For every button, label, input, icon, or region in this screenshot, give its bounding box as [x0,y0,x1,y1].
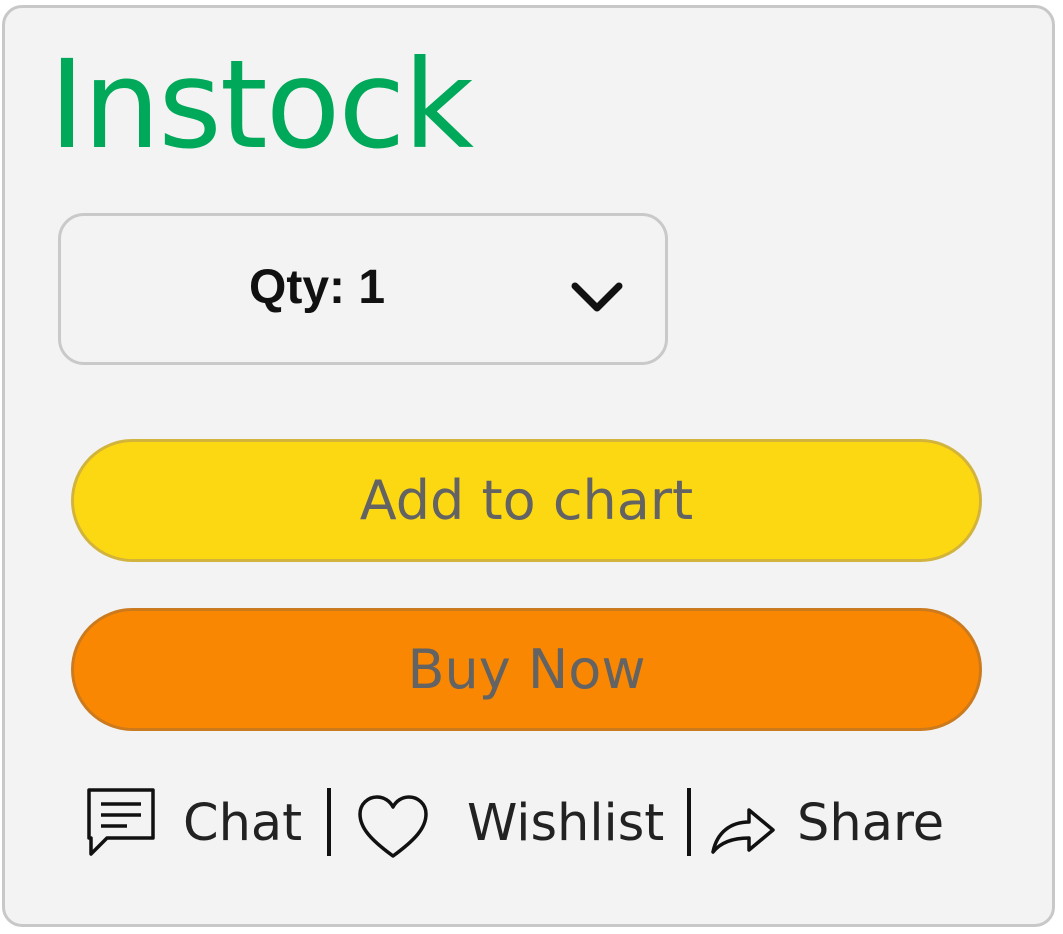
wishlist-label: Wishlist [467,794,665,853]
action-bar: Chat Wishlist Share [5,778,1058,878]
heart-icon [357,794,429,860]
add-to-cart-button[interactable]: Add to chart [71,439,982,562]
wishlist-action[interactable]: Wishlist [357,778,677,868]
share-label: Share [797,794,945,853]
share-icon [709,802,777,856]
quantity-label: Qty: 1 [249,261,386,314]
action-divider [687,788,691,856]
buy-now-button[interactable]: Buy Now [71,608,982,731]
quantity-dropdown[interactable]: Qty: 1 [58,213,668,365]
chevron-down-icon [569,280,625,316]
chat-action[interactable]: Chat [85,778,305,868]
chat-icon [85,786,157,858]
product-purchase-card: Instock Qty: 1 Add to chart Buy Now Chat [2,5,1055,927]
stock-status: Instock [49,34,474,176]
action-divider [327,788,331,856]
share-action[interactable]: Share [709,778,949,868]
chat-label: Chat [183,794,303,853]
